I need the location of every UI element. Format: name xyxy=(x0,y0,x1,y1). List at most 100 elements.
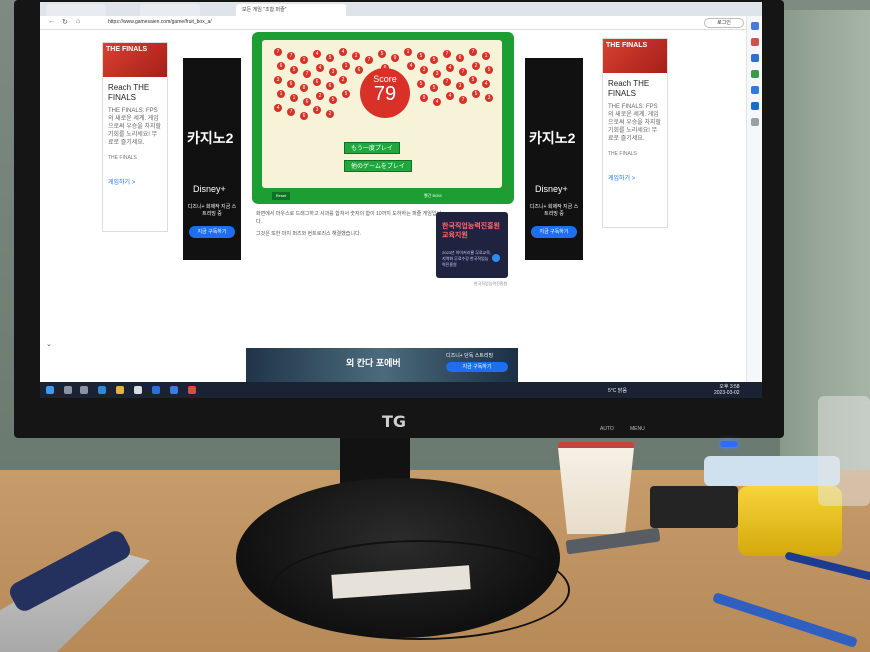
apple-cell[interactable]: 6 xyxy=(456,54,464,62)
apple-cell[interactable]: 2 xyxy=(472,62,480,70)
apple-cell[interactable]: 5 xyxy=(417,52,425,60)
folder-icon[interactable] xyxy=(116,386,124,394)
apple-cell[interactable]: 5 xyxy=(326,54,334,62)
apple-cell[interactable]: 4 xyxy=(313,50,321,58)
task-view-icon[interactable] xyxy=(80,386,88,394)
apple-cell[interactable]: 1 xyxy=(290,94,298,102)
play-again-button[interactable]: もう一度プレイ xyxy=(344,142,400,154)
apple-cell[interactable]: 4 xyxy=(446,92,454,100)
store-icon[interactable] xyxy=(134,386,142,394)
apple-cell[interactable]: 7 xyxy=(274,48,282,56)
outlook-icon[interactable] xyxy=(751,102,759,110)
search-icon[interactable] xyxy=(751,22,759,30)
subscribe-button[interactable]: 지금 구독하기 xyxy=(531,226,577,238)
start-icon[interactable] xyxy=(46,386,54,394)
apple-cell[interactable]: 5 xyxy=(472,90,480,98)
apple-cell[interactable]: 3 xyxy=(274,76,282,84)
back-icon[interactable]: ← xyxy=(48,18,55,25)
square-ad[interactable]: 한국직업능력진흥원 교육지원 2023년 하이커리큘 무료교육, 지역화 무료수… xyxy=(436,212,508,278)
tools-icon[interactable] xyxy=(751,54,759,62)
browser-tab-2[interactable] xyxy=(140,4,200,16)
apple-cell[interactable]: 5 xyxy=(417,80,425,88)
ad-play-link[interactable]: 게임하기 > xyxy=(603,157,667,182)
games-icon[interactable] xyxy=(751,70,759,78)
apple-cell[interactable]: 7 xyxy=(443,50,451,58)
apple-cell[interactable]: 1 xyxy=(300,56,308,64)
apple-cell[interactable]: 4 xyxy=(433,98,441,106)
apple-cell[interactable]: 5 xyxy=(342,90,350,98)
apple-cell[interactable]: 4 xyxy=(339,48,347,56)
apple-cell[interactable]: 7 xyxy=(365,56,373,64)
edge-icon[interactable] xyxy=(98,386,106,394)
apple-cell[interactable]: 6 xyxy=(300,112,308,120)
apple-cell[interactable]: 5 xyxy=(290,66,298,74)
mail-icon[interactable] xyxy=(152,386,160,394)
bottom-banner-ad[interactable]: 외 칸다 포에버 디즈니+ 단독 스트리밍 지금 구독하기 xyxy=(246,348,518,382)
left-ad-card[interactable]: THE FINALS Reach THE FINALS THE FINALS: … xyxy=(102,42,168,232)
apple-cell[interactable]: 6 xyxy=(326,82,334,90)
apple-cell[interactable]: 1 xyxy=(482,52,490,60)
arrow-icon[interactable] xyxy=(492,254,500,262)
other-games-button[interactable]: 他のゲームをプレイ xyxy=(344,160,412,172)
apple-cell[interactable]: 1 xyxy=(342,62,350,70)
apple-cell[interactable]: 6 xyxy=(303,98,311,106)
left-tall-ad[interactable]: 카지노2 Disney+ 디즈니+ 회제작 지금 스트리밍 중 지금 구독하기 xyxy=(183,58,241,260)
apple-cell[interactable]: 7 xyxy=(443,78,451,86)
home-icon[interactable]: ⌂ xyxy=(76,18,80,25)
apple-cell[interactable]: 2 xyxy=(352,52,360,60)
apple-cell[interactable]: 6 xyxy=(287,80,295,88)
right-tall-ad[interactable]: 카지노2 Disney+ 디즈니+ 회제작 지금 스트리밍 중 지금 구독하기 xyxy=(525,58,583,260)
app-icon[interactable] xyxy=(188,386,196,394)
apple-cell[interactable]: 5 xyxy=(469,76,477,84)
apple-cell[interactable]: 2 xyxy=(316,92,324,100)
apple-cell[interactable]: 7 xyxy=(287,52,295,60)
office-icon[interactable] xyxy=(751,86,759,94)
apple-cell[interactable]: 7 xyxy=(303,70,311,78)
system-clock[interactable]: 오후 3:58 2023-03-02 xyxy=(714,384,740,396)
apple-cell[interactable]: 3 xyxy=(456,82,464,90)
apple-cell[interactable]: 6 xyxy=(313,78,321,86)
apple-cell[interactable]: 9 xyxy=(391,54,399,62)
apple-cell[interactable]: 2 xyxy=(339,76,347,84)
apple-cell[interactable]: 3 xyxy=(313,106,321,114)
ad-play-link[interactable]: 게임하기 > xyxy=(103,161,167,186)
ie-icon[interactable] xyxy=(170,386,178,394)
shopping-icon[interactable] xyxy=(751,38,759,46)
apple-cell[interactable]: 4 xyxy=(446,64,454,72)
add-icon[interactable] xyxy=(751,118,759,126)
apple-cell[interactable]: 7 xyxy=(459,68,467,76)
sound-toggle[interactable]: 빨간 BGM xyxy=(424,193,442,199)
apple-cell[interactable]: 8 xyxy=(300,84,308,92)
apple-cell[interactable]: 3 xyxy=(433,70,441,78)
apple-cell[interactable]: 6 xyxy=(277,62,285,70)
apple-cell[interactable]: 4 xyxy=(316,64,324,72)
refresh-icon[interactable]: ↻ xyxy=(62,18,68,26)
apple-cell[interactable]: 1 xyxy=(404,48,412,56)
apple-cell[interactable]: 4 xyxy=(274,104,282,112)
apple-cell[interactable]: 4 xyxy=(482,80,490,88)
browser-tab-1[interactable] xyxy=(46,4,106,16)
url-field[interactable]: https://www.gamesaien.com/game/fruit_box… xyxy=(108,19,212,25)
apple-cell[interactable]: 5 xyxy=(329,96,337,104)
apple-cell[interactable]: 5 xyxy=(430,56,438,64)
right-ad-card[interactable]: THE FINALS Reach THE FINALS THE FINALS: … xyxy=(602,38,668,228)
banner-subscribe-button[interactable]: 지금 구독하기 xyxy=(446,362,508,372)
profile-button[interactable]: 로그인 xyxy=(704,18,744,28)
apple-cell[interactable]: 3 xyxy=(485,94,493,102)
search-icon[interactable] xyxy=(64,386,72,394)
weather-widget[interactable]: 5°C 맑음 xyxy=(608,387,627,394)
apple-cell[interactable]: 5 xyxy=(485,66,493,74)
apple-cell[interactable]: 5 xyxy=(430,84,438,92)
apple-cell[interactable]: 2 xyxy=(326,110,334,118)
apple-cell[interactable]: 7 xyxy=(459,96,467,104)
reset-button[interactable]: Reset xyxy=(272,192,290,200)
subscribe-button[interactable]: 지금 구독하기 xyxy=(189,226,235,238)
apple-cell[interactable]: 3 xyxy=(329,68,337,76)
apple-cell[interactable]: 7 xyxy=(469,48,477,56)
apple-cell[interactable]: 9 xyxy=(420,94,428,102)
chevron-down-icon[interactable]: ⌄ xyxy=(46,340,52,348)
apple-cell[interactable]: 1 xyxy=(277,90,285,98)
browser-tab-active[interactable]: 모든 게임 "조합 퍼즐" xyxy=(236,4,346,16)
apple-cell[interactable]: 3 xyxy=(420,66,428,74)
apple-cell[interactable]: 7 xyxy=(287,108,295,116)
